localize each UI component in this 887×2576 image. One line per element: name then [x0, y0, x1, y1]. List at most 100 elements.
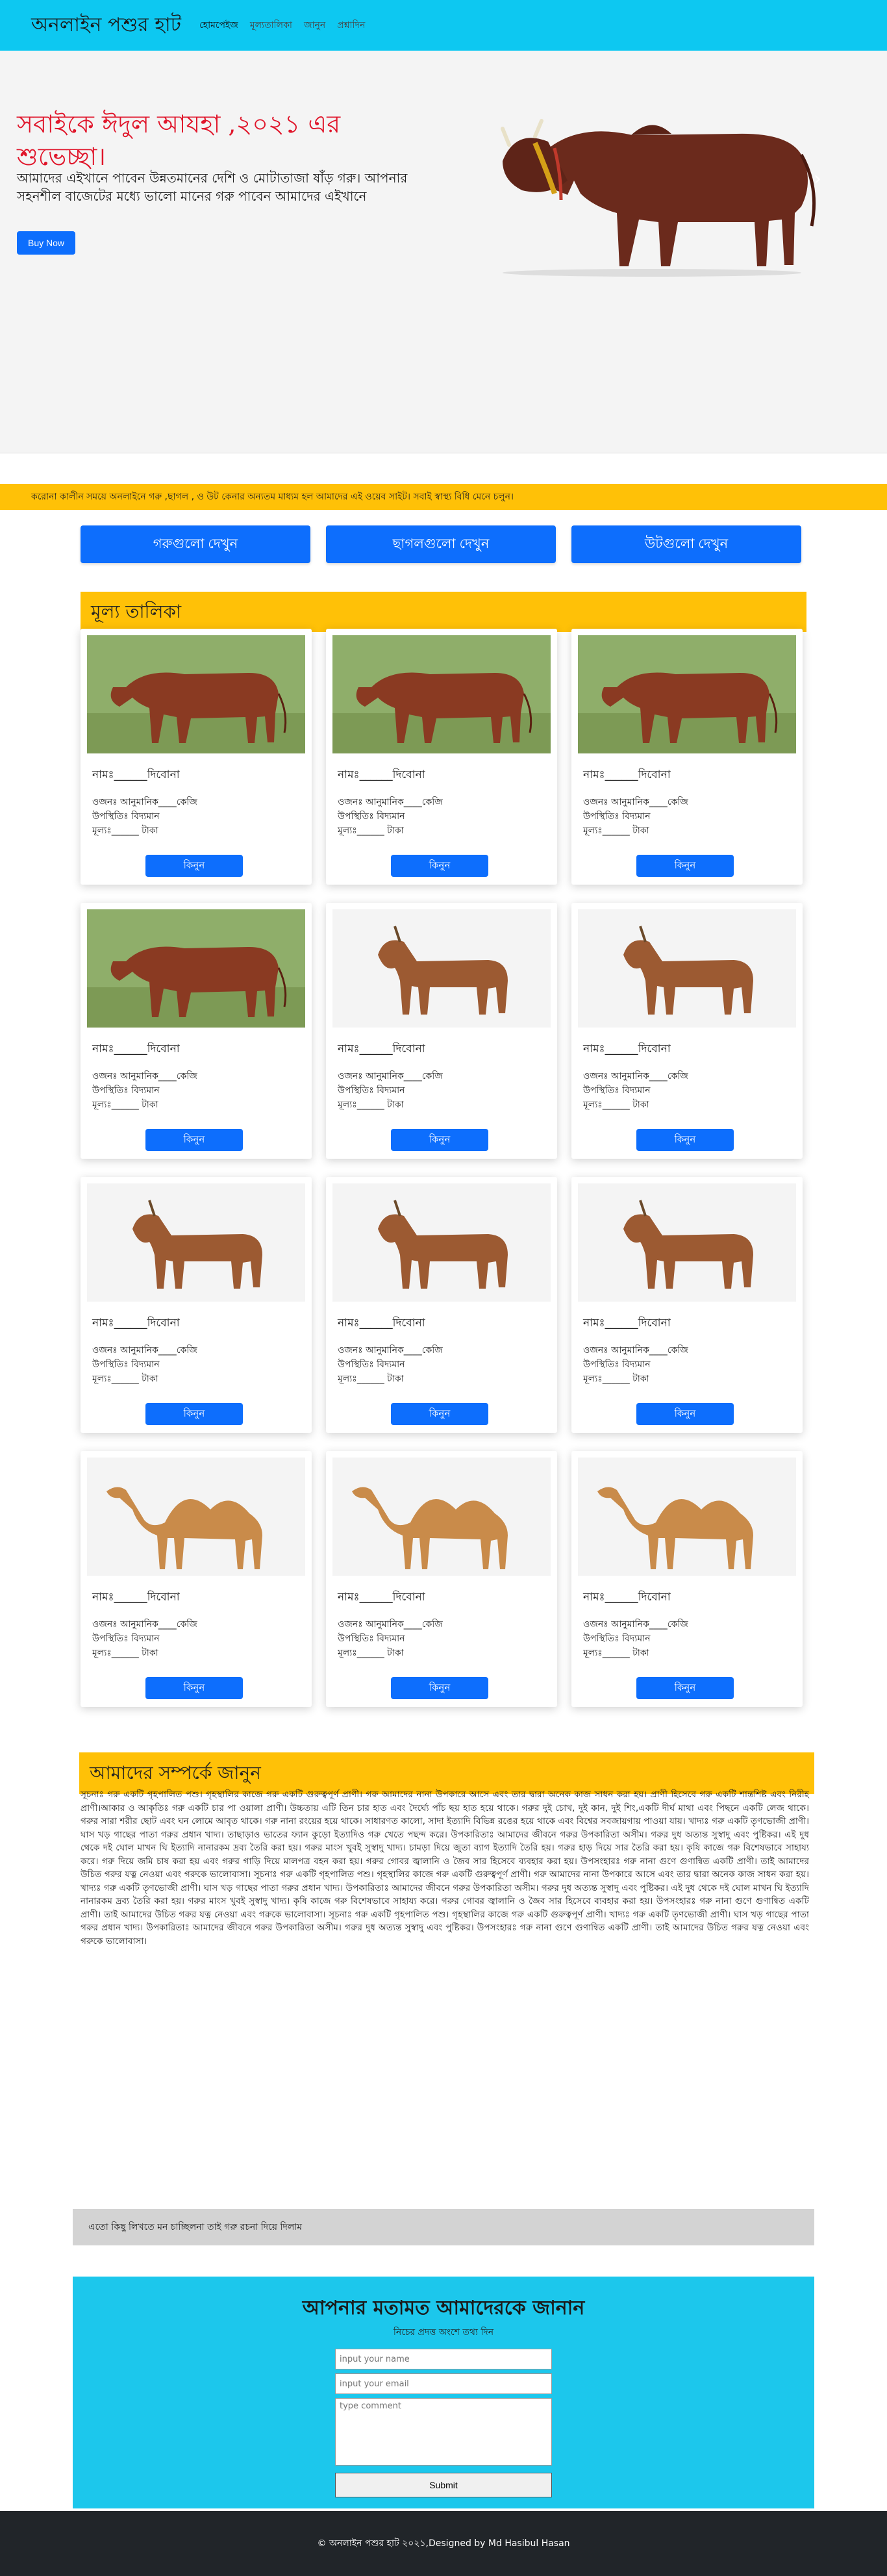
product-name: নামঃ______দিবোনা [92, 1042, 180, 1055]
product-presence: উপস্থিতিঃ বিদ্যমান [583, 1634, 651, 1644]
product-presence: উপস্থিতিঃ বিদ্যমান [583, 1085, 651, 1096]
buy-button[interactable]: কিনুন [391, 1129, 488, 1151]
product-price: মূল্যঃ______ টাকা [338, 826, 404, 836]
buy-button[interactable]: কিনুন [145, 1129, 243, 1151]
product-weight: ওজনঃ আনুমানিক____কেজি [92, 1345, 197, 1356]
product-weight: ওজনঃ আনুমানিক____কেজি [92, 1071, 197, 1081]
product-card: নামঃ______দিবোনা ওজনঃ আনুমানিক____কেজি উপস… [81, 629, 312, 885]
product-info: ওজনঃ আনুমানিক____কেজি উপস্থিতিঃ বিদ্যমান ম… [338, 1069, 443, 1112]
cow-image [578, 635, 796, 753]
product-price: মূল্যঃ______ টাকা [583, 1374, 649, 1384]
email-input[interactable] [335, 2373, 552, 2394]
product-card: নামঃ______দিবোনা ওজনঃ আনুমানিক____কেজি উপস… [81, 1177, 312, 1433]
product-presence: উপস্থিতিঃ বিদ্যমান [583, 811, 651, 822]
product-presence: উপস্থিতিঃ বিদ্যমান [338, 1085, 405, 1096]
product-price: মূল্যঃ______ টাকা [583, 826, 649, 836]
camel-image [332, 1458, 551, 1576]
buy-button[interactable]: কিনুন [391, 1677, 488, 1699]
product-name: নামঃ______দিবোনা [338, 1042, 425, 1055]
product-name: নামঃ______দিবোনা [583, 1042, 671, 1055]
buy-button[interactable]: কিনুন [636, 1403, 734, 1425]
buy-button[interactable]: কিনুন [391, 1403, 488, 1425]
product-name: নামঃ______দিবোনা [92, 1317, 180, 1330]
product-presence: উপস্থিতিঃ বিদ্যমান [583, 1359, 651, 1370]
product-name: নামঃ______দিবোনা [92, 768, 180, 781]
carousel-next-icon[interactable]: › [808, 166, 827, 192]
buy-button[interactable]: কিনুন [636, 855, 734, 877]
cow-image [87, 909, 305, 1028]
feedback-title: আপনার মতামত আমাদেরকে জানান [302, 2297, 585, 2319]
product-info: ওজনঃ আনুমানিক____কেজি উপস্থিতিঃ বিদ্যমান ম… [583, 1617, 688, 1660]
product-info: ওজনঃ আনুমানিক____কেজি উপস্থিতিঃ বিদ্যমান ম… [583, 795, 688, 838]
product-info: ওজনঃ আনুমানিক____কেজি উপস্থিতিঃ বিদ্যমান ম… [92, 795, 197, 838]
product-price: মূল্যঃ______ টাকা [92, 826, 158, 836]
product-weight: ওজনঃ আনুমানিক____কেজি [92, 797, 197, 807]
product-name: নামঃ______দিবোনা [338, 1317, 425, 1330]
product-presence: উপস্থিতিঃ বিদ্যমান [338, 811, 405, 822]
product-weight: ওজনঃ আনুমানিক____কেজি [338, 797, 443, 807]
product-weight: ওজনঃ আনুমানিক____কেজি [583, 1619, 688, 1630]
product-card: নামঃ______দিবোনা ওজনঃ আনুমানিক____কেজি উপস… [571, 629, 803, 885]
goat-image [332, 1183, 551, 1302]
product-card: নামঃ______দিবোনা ওজনঃ আনুমানিক____কেজি উপস… [571, 903, 803, 1159]
product-info: ওজনঃ আনুমানিক____কেজি উপস্থিতিঃ বিদ্যমান ম… [338, 1343, 443, 1386]
product-card: নামঃ______দিবোনা ওজনঃ আনুমানিক____কেজি উপস… [81, 903, 312, 1159]
view-goats-button[interactable]: ছাগলগুলো দেখুন [326, 525, 556, 563]
product-price: মূল্যঃ______ টাকা [338, 1648, 404, 1658]
comment-textarea[interactable] [335, 2398, 552, 2466]
product-name: নামঃ______দিবোনা [92, 1591, 180, 1604]
product-card: নামঃ______দিবোনা ওজনঃ আনুমানিক____কেজি উপস… [326, 1451, 557, 1707]
nav-link-price-list[interactable]: মূল্যতালিকা [250, 18, 292, 33]
view-cows-button[interactable]: গরুগুলো দেখুন [81, 525, 310, 563]
product-name: নামঃ______দিবোনা [583, 1317, 671, 1330]
buy-button[interactable]: কিনুন [636, 1677, 734, 1699]
product-weight: ওজনঃ আনুমানিক____কেজি [583, 797, 688, 807]
name-input[interactable] [335, 2349, 552, 2369]
cow-image [87, 635, 305, 753]
product-price: মূল্যঃ______ টাকা [92, 1374, 158, 1384]
goat-image [87, 1183, 305, 1302]
product-weight: ওজনঃ আনুমানিক____কেজি [338, 1071, 443, 1081]
note-box: এতো কিছু লিখতে মন চাচ্ছিলনা তাই গরু রচনা… [73, 2209, 814, 2245]
nav-link-about[interactable]: জানুন [304, 18, 325, 33]
product-card: নামঃ______দিবোনা ওজনঃ আনুমানিক____কেজি উপস… [571, 1177, 803, 1433]
product-info: ওজনঃ আনুমানিক____কেজি উপস্থিতিঃ বিদ্যমান ম… [92, 1069, 197, 1112]
product-presence: উপস্থিতিঃ বিদ্যমান [92, 1085, 160, 1096]
product-presence: উপস্থিতিঃ বিদ্যমান [338, 1634, 405, 1644]
product-presence: উপস্থিতিঃ বিদ্যমান [92, 1359, 160, 1370]
buy-button[interactable]: কিনুন [145, 1677, 243, 1699]
product-presence: উপস্থিতিঃ বিদ্যমান [92, 1634, 160, 1644]
feedback-subtitle: নিচের প্রদত্ত অংশে তথ্য দিন [393, 2327, 494, 2338]
product-name: নামঃ______দিবোনা [583, 1591, 671, 1604]
product-info: ওজনঃ আনুমানিক____কেজি উপস্থিতিঃ বিদ্যমান ম… [583, 1343, 688, 1386]
goat-image [578, 1183, 796, 1302]
camel-image [578, 1458, 796, 1576]
product-price: মূল্যঃ______ টাকা [338, 1374, 404, 1384]
submit-button[interactable]: Submit [335, 2473, 552, 2497]
product-weight: ওজনঃ আনুমানিক____কেজি [338, 1619, 443, 1630]
buy-now-button[interactable]: Buy Now [17, 231, 75, 255]
buy-button[interactable]: কিনুন [391, 855, 488, 877]
product-weight: ওজনঃ আনুমানিক____কেজি [92, 1619, 197, 1630]
hero-title: সবাইকে ঈদুল আযহা ,২০২১ এর শুভেচ্ছা। [17, 110, 341, 171]
product-info: ওজনঃ আনুমানিক____কেজি উপস্থিতিঃ বিদ্যমান ম… [92, 1617, 197, 1660]
feedback-section: আপনার মতামত আমাদেরকে জানান নিচের প্রদত্ত… [73, 2277, 814, 2508]
goat-image [332, 909, 551, 1028]
buy-button[interactable]: কিনুন [145, 1403, 243, 1425]
brand-logo[interactable]: অনলাইন পশুর হাট [31, 9, 181, 42]
view-camels-button[interactable]: উটগুলো দেখুন [571, 525, 801, 563]
buy-button[interactable]: কিনুন [145, 855, 243, 877]
hero-bull-image [501, 119, 816, 277]
product-name: নামঃ______দিবোনা [583, 768, 671, 781]
product-card: নামঃ______দিবোনা ওজনঃ আনুমানিক____কেজি উপস… [326, 903, 557, 1159]
product-price: মূল্যঃ______ টাকা [583, 1648, 649, 1658]
nav-link-home[interactable]: হোমপেইজ [199, 18, 238, 33]
nav-link-faq[interactable]: প্রশ্নাদিন [337, 18, 365, 33]
navbar: অনলাইন পশুর হাট হোমপেইজ মূল্যতালিকা জানু… [0, 0, 887, 51]
product-name: নামঃ______দিবোনা [338, 1591, 425, 1604]
product-info: ওজনঃ আনুমানিক____কেজি উপস্থিতিঃ বিদ্যমান ম… [92, 1343, 197, 1386]
buy-button[interactable]: কিনুন [636, 1129, 734, 1151]
product-name: নামঃ______দিবোনা [338, 768, 425, 781]
product-weight: ওজনঃ আনুমানিক____কেজি [583, 1345, 688, 1356]
product-card: নামঃ______দিবোনা ওজনঃ আনুমানিক____কেজি উপস… [326, 1177, 557, 1433]
